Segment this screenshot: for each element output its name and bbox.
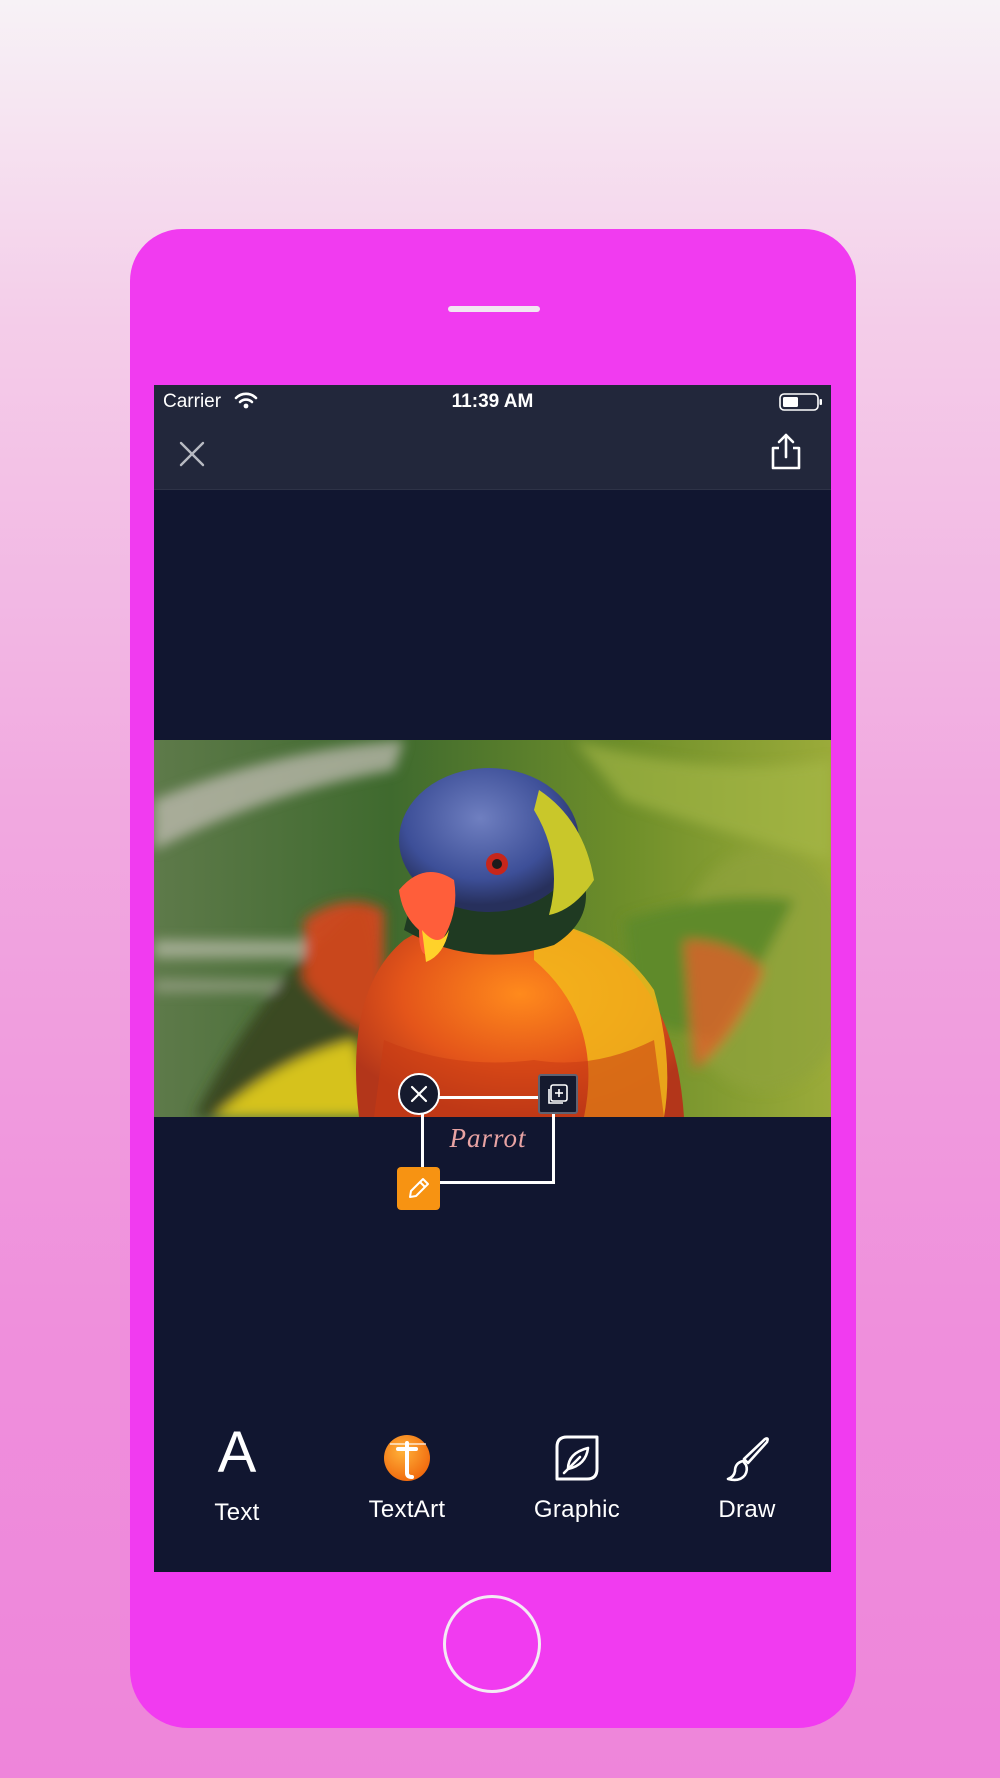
battery-icon bbox=[779, 393, 823, 417]
phone-speaker bbox=[448, 306, 540, 312]
textart-icon bbox=[332, 1425, 482, 1485]
pencil-icon bbox=[409, 1178, 429, 1198]
tool-graphic-label: Graphic bbox=[533, 1496, 621, 1523]
status-bar: Carrier 11:39 AM bbox=[154, 385, 831, 419]
parrot-photo bbox=[154, 740, 831, 1117]
share-icon bbox=[771, 433, 801, 470]
close-button[interactable] bbox=[174, 436, 210, 472]
share-button[interactable] bbox=[767, 432, 805, 472]
tool-textart-label: TextArt bbox=[368, 1496, 446, 1523]
bottom-toolbar: A Text TextArt Graphic Draw bbox=[154, 1420, 831, 1572]
sticker-delete-button[interactable] bbox=[398, 1073, 440, 1115]
sticker-text: Parrot bbox=[449, 1123, 527, 1153]
sticker-duplicate-button[interactable] bbox=[538, 1074, 578, 1114]
brush-icon bbox=[672, 1425, 822, 1485]
close-icon bbox=[179, 441, 205, 467]
duplicate-icon bbox=[548, 1084, 568, 1104]
app-screen: Carrier 11:39 AM Parrot A Text TextArt G… bbox=[154, 385, 831, 1572]
graphic-leaf-icon bbox=[502, 1425, 652, 1485]
tool-text-label: Text bbox=[214, 1499, 260, 1526]
close-icon bbox=[410, 1085, 428, 1103]
tool-draw[interactable]: Draw bbox=[672, 1425, 822, 1535]
status-time: 11:39 AM bbox=[451, 391, 534, 412]
home-button[interactable] bbox=[443, 1595, 541, 1693]
text-sticker[interactable]: Parrot bbox=[421, 1096, 555, 1184]
text-letter-icon: A bbox=[217, 1420, 257, 1485]
tool-textart[interactable]: TextArt bbox=[332, 1425, 482, 1535]
sticker-edit-button[interactable] bbox=[397, 1167, 440, 1210]
tool-draw-label: Draw bbox=[718, 1496, 776, 1523]
tool-text[interactable]: A Text bbox=[162, 1420, 312, 1535]
editor-canvas[interactable]: Parrot bbox=[154, 490, 831, 1500]
tool-graphic[interactable]: Graphic bbox=[502, 1425, 652, 1535]
top-nav-bar bbox=[154, 419, 831, 490]
